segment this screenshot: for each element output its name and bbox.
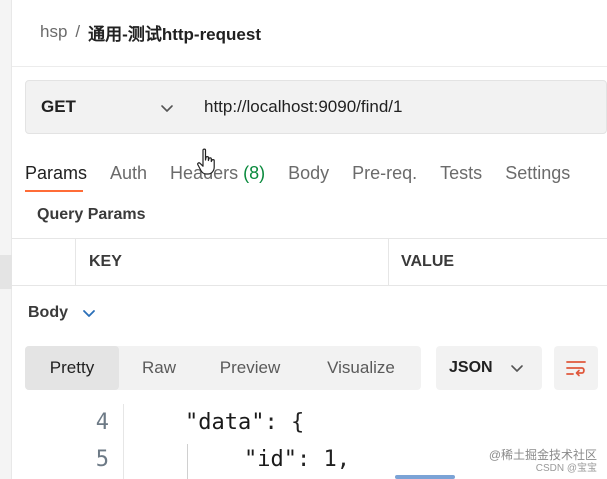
json-punct: : { [264,410,305,435]
view-mode-preview[interactable]: Preview [199,346,301,390]
column-header-key: KEY [76,239,389,285]
column-checkbox [12,239,76,285]
active-tab-indicator [25,190,83,192]
wrap-lines-button[interactable] [554,346,598,390]
tab-settings-label: Settings [505,162,571,183]
tab-body-label: Body [288,162,330,183]
response-body-label: Body [28,304,68,321]
response-body-toggle[interactable]: Body [28,302,96,324]
chevron-down-icon [161,105,173,112]
json-key: "id" [244,447,297,472]
code-line: "id": 1, [244,447,350,472]
headers-count-badge: (8) [243,162,266,183]
breadcrumb-workspace[interactable]: hsp [40,22,67,42]
tab-auth-label: Auth [110,162,148,183]
sidebar-selection-marker [0,255,12,289]
tab-auth[interactable]: Auth [110,163,147,184]
hand-cursor-icon [197,148,215,175]
breadcrumb: hsp / 通用-测试http-request [40,20,261,44]
tab-params-label: Params [25,162,88,183]
wrap-lines-icon [566,361,586,377]
watermark-line-2: CSDN @宝宝 [535,463,597,474]
view-mode-switcher: Pretty Raw Preview Visualize [25,346,421,390]
view-mode-pretty[interactable]: Pretty [25,346,119,390]
request-bar: GET http://localhost:9090/find/1 [25,80,607,134]
left-sidebar-edge [0,0,12,479]
format-select[interactable]: JSON [436,346,542,390]
column-header-value: VALUE [401,253,455,270]
header-divider [12,66,607,67]
tab-params[interactable]: Params [25,163,87,184]
tab-tests[interactable]: Tests [440,163,482,184]
tab-tests-label: Tests [440,162,483,183]
tab-pre-request-label: Pre-req. [352,162,418,183]
method-label: GET [41,97,76,116]
chevron-down-icon [83,310,95,317]
line-number: 4 [95,410,109,435]
url-input[interactable]: http://localhost:9090/find/1 [186,97,402,117]
tab-pre-request[interactable]: Pre-req. [352,163,417,184]
request-name[interactable]: 通用-测试http-request [88,20,261,45]
code-line: "data": { [185,410,304,435]
line-number-gutter: 4 5 [24,404,124,479]
json-key: "data" [185,410,265,435]
indent-guide [187,444,188,479]
postman-window: hsp / 通用-测试http-request GET http://local… [0,0,607,479]
chevron-down-icon [511,365,523,372]
breadcrumb-separator: / [75,22,81,41]
text-selection-highlight [395,475,455,479]
json-punct: : 1, [296,447,350,472]
tab-body[interactable]: Body [288,163,329,184]
view-mode-visualize[interactable]: Visualize [301,346,421,390]
method-select[interactable]: GET [26,81,186,133]
query-params-title: Query Params [37,206,146,223]
format-label: JSON [449,359,493,376]
line-number: 5 [95,447,109,472]
watermark: @稀土掘金技术社区 CSDN @宝宝 [489,449,597,475]
tab-settings[interactable]: Settings [505,163,570,184]
view-mode-raw[interactable]: Raw [119,346,199,390]
query-params-table: KEY VALUE [12,238,607,286]
watermark-line-1: @稀土掘金技术社区 [488,448,597,462]
request-tabs: Params Auth Headers (8) Body Pre-req. Te… [25,158,593,188]
